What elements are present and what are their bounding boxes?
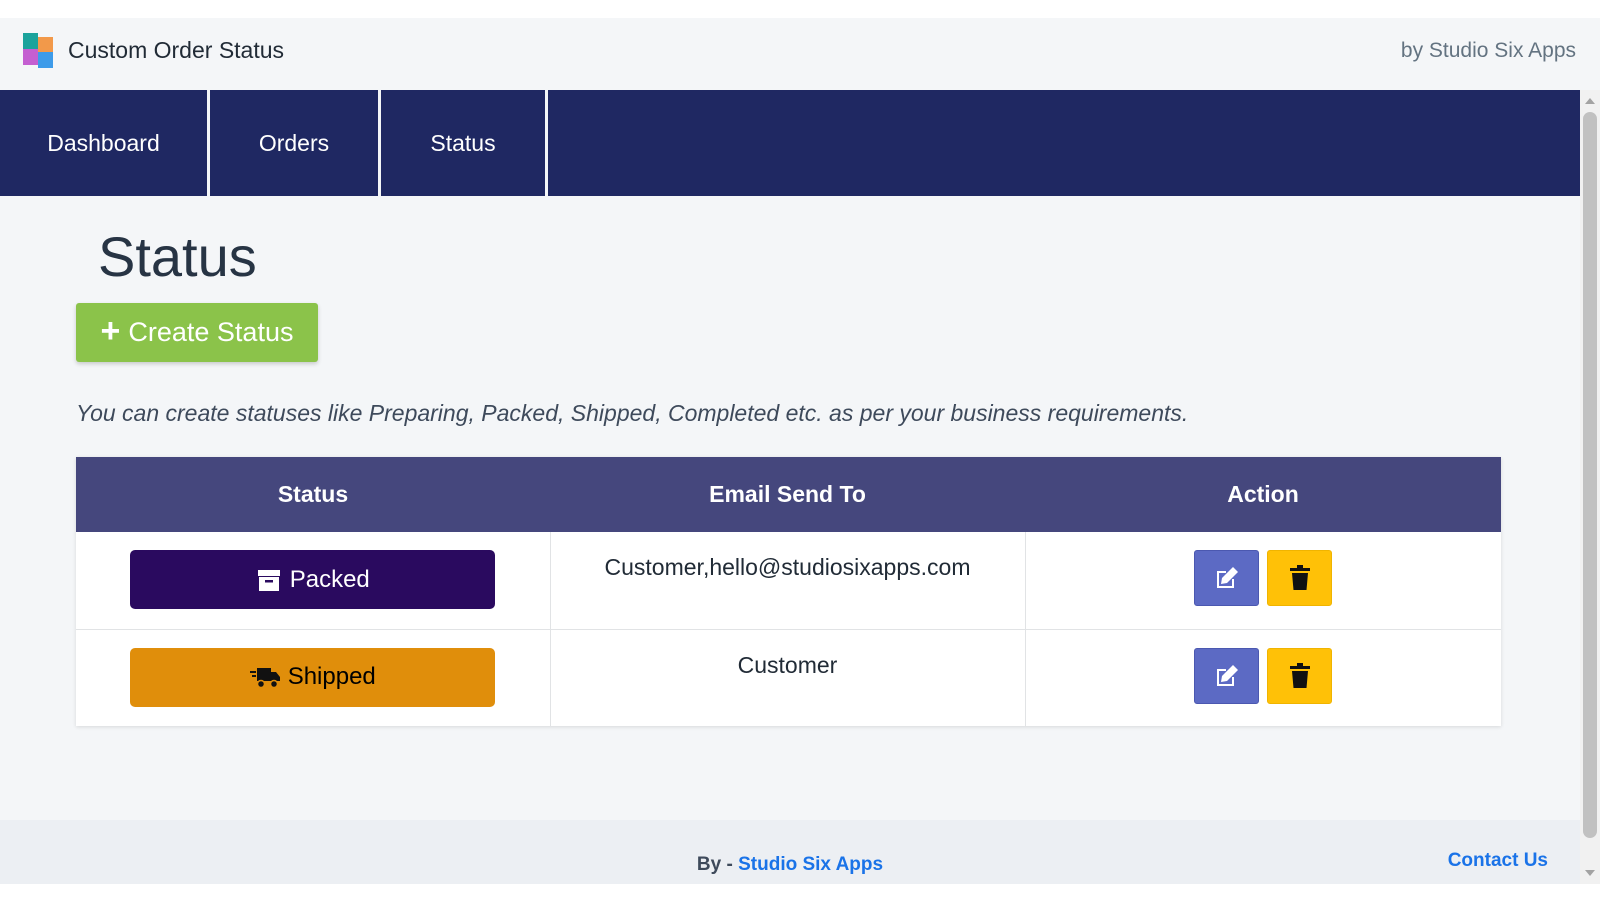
scroll-down-arrow-icon[interactable]: [1585, 870, 1595, 876]
email-cell: Customer: [550, 629, 1026, 726]
archive-icon: [257, 569, 280, 591]
page-hint: You can create statuses like Preparing, …: [76, 400, 1189, 426]
table-header-row: Status Email Send To Action: [76, 457, 1501, 532]
column-header-action: Action: [1025, 457, 1501, 532]
delete-button[interactable]: [1267, 647, 1333, 704]
app-frame: Dashboard Orders Status Status + Create …: [0, 90, 1600, 884]
status-label: Shipped: [287, 663, 376, 690]
vertical-scrollbar[interactable]: [1580, 90, 1600, 884]
shipping-fast-icon: [249, 668, 280, 689]
table-row: Shipped Customer: [76, 629, 1501, 726]
app-title: Custom Order Status: [68, 37, 285, 63]
status-cell: Shipped: [76, 629, 551, 726]
create-status-button[interactable]: + Create Status: [76, 303, 318, 362]
scroll-thumb[interactable]: [1583, 112, 1597, 838]
footer-by-label: By -: [696, 854, 733, 875]
status-badge[interactable]: Packed: [130, 550, 496, 609]
column-header-status: Status: [76, 457, 550, 532]
footer-credit: By - Studio Six Apps: [0, 854, 1580, 876]
create-status-label: Create Status: [128, 317, 294, 347]
page-title: Status: [98, 225, 257, 288]
edit-icon: [1216, 567, 1238, 588]
email-cell: Customer,hello@studiosixapps.com: [550, 532, 1026, 630]
row-actions: [1026, 647, 1502, 704]
nav-item-status[interactable]: Status: [381, 90, 548, 196]
delete-button[interactable]: [1267, 550, 1333, 606]
nav-item-orders[interactable]: Orders: [210, 90, 381, 196]
app-vendor: by Studio Six Apps: [1400, 39, 1576, 62]
page-footer: By - Studio Six Apps Contact Us: [0, 820, 1580, 884]
contact-us-link[interactable]: Contact Us: [1448, 850, 1548, 872]
status-cell: Packed: [76, 532, 551, 630]
footer-vendor-link[interactable]: Studio Six Apps: [738, 854, 883, 875]
edit-button[interactable]: [1194, 550, 1260, 606]
status-table: Status Email Send To Action Packed Custo…: [76, 457, 1501, 726]
trash-icon: [1289, 565, 1310, 590]
plus-icon: +: [100, 312, 121, 350]
edit-button[interactable]: [1194, 647, 1260, 704]
main-nav: Dashboard Orders Status: [0, 90, 1580, 196]
app-header: Custom Order Status by Studio Six Apps: [0, 18, 1600, 90]
action-cell: [1025, 532, 1502, 630]
column-header-email: Email Send To: [550, 457, 1025, 532]
nav-item-dashboard[interactable]: Dashboard: [0, 90, 210, 196]
trash-icon: [1289, 662, 1310, 688]
status-badge[interactable]: Shipped: [130, 647, 496, 707]
edit-icon: [1216, 664, 1238, 686]
row-actions: [1026, 550, 1502, 606]
scroll-up-arrow-icon[interactable]: [1585, 98, 1595, 104]
app-logo-icon: [23, 33, 54, 68]
status-label: Packed: [289, 565, 370, 593]
action-cell: [1025, 629, 1501, 726]
table-row: Packed Customer,hello@studiosixapps.com: [76, 532, 1502, 630]
